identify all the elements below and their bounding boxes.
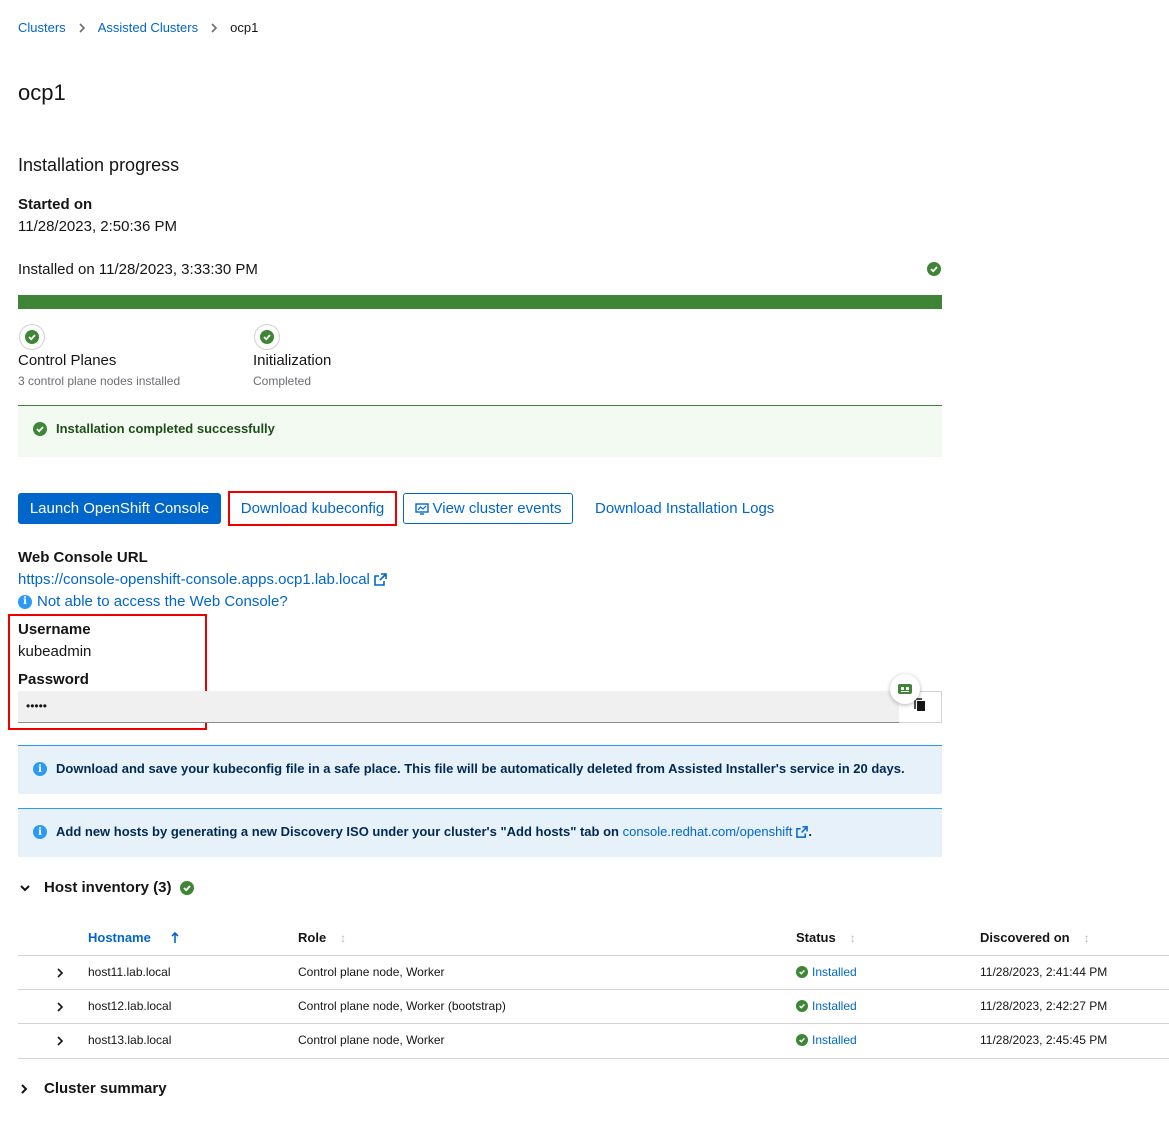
cell-status[interactable]: Installed bbox=[796, 999, 857, 1013]
cell-discovered: 11/28/2023, 2:42:27 PM bbox=[980, 999, 1108, 1013]
started-label: Started on bbox=[18, 196, 93, 213]
breadcrumb-clusters[interactable]: Clusters bbox=[18, 20, 66, 35]
password-field[interactable]: ••••• bbox=[18, 691, 900, 723]
console-redhat-link[interactable]: console.redhat.com/openshift bbox=[623, 824, 793, 839]
download-kubeconfig-button[interactable]: Download kubeconfig bbox=[231, 494, 394, 523]
column-label: Role bbox=[298, 930, 327, 945]
web-console-help-link[interactable]: Not able to access the Web Console? bbox=[37, 593, 288, 610]
chevron-right-icon[interactable] bbox=[56, 1033, 64, 1051]
web-console-url-link[interactable]: https://console-openshift-console.apps.o… bbox=[18, 571, 370, 588]
cell-role: Control plane node, Worker (bootstrap) bbox=[298, 999, 506, 1013]
breadcrumb-assisted-clusters[interactable]: Assisted Clusters bbox=[98, 20, 198, 35]
host-inventory-toggle[interactable]: Host inventory (3) bbox=[20, 879, 194, 896]
add-hosts-text: Add new hosts by generating a new Discov… bbox=[56, 824, 623, 839]
username-value: kubeadmin bbox=[18, 643, 92, 660]
add-hosts-info-alert: i Add new hosts by generating a new Disc… bbox=[18, 808, 942, 857]
table-row: host12.lab.local Control plane node, Wor… bbox=[18, 990, 1169, 1024]
status-label: Installed bbox=[812, 1033, 857, 1047]
download-installation-logs-link[interactable]: Download Installation Logs bbox=[595, 500, 774, 517]
external-link-icon[interactable] bbox=[374, 573, 387, 586]
chevron-right-icon[interactable] bbox=[56, 999, 64, 1017]
info-icon: i bbox=[33, 825, 47, 839]
sort-icon: ↕ bbox=[1083, 930, 1090, 945]
check-circle-icon bbox=[927, 262, 941, 276]
status-label: Installed bbox=[812, 999, 857, 1013]
assistant-widget-icon[interactable] bbox=[890, 674, 920, 704]
kubeconfig-info-alert: i Download and save your kubeconfig file… bbox=[18, 745, 942, 794]
status-label: Installed bbox=[812, 965, 857, 979]
copy-icon bbox=[914, 697, 926, 717]
cell-discovered: 11/28/2023, 2:45:45 PM bbox=[980, 1033, 1108, 1047]
column-discovered-on[interactable]: Discovered on ↕ bbox=[980, 930, 1090, 945]
username-label: Username bbox=[18, 621, 91, 638]
table-row: host11.lab.local Control plane node, Wor… bbox=[18, 956, 1169, 990]
view-cluster-events-label: View cluster events bbox=[432, 500, 562, 517]
column-status[interactable]: Status ↕ bbox=[796, 930, 856, 945]
cell-status[interactable]: Installed bbox=[796, 1033, 857, 1047]
launch-console-button[interactable]: Launch OpenShift Console bbox=[18, 493, 221, 524]
external-link-icon[interactable] bbox=[796, 825, 809, 838]
monitor-icon bbox=[414, 502, 429, 515]
chevron-down-icon bbox=[20, 884, 36, 892]
check-circle-icon bbox=[796, 1034, 808, 1046]
info-icon: i bbox=[33, 762, 47, 776]
chevron-right-icon[interactable] bbox=[56, 965, 64, 983]
step-control-planes bbox=[19, 324, 45, 350]
cell-hostname: host13.lab.local bbox=[88, 1033, 172, 1047]
password-value: ••••• bbox=[26, 699, 48, 713]
success-alert-text: Installation completed successfully bbox=[56, 421, 275, 436]
column-label: Status bbox=[796, 930, 836, 945]
page-title: ocp1 bbox=[18, 80, 66, 105]
cell-status[interactable]: Installed bbox=[796, 965, 857, 979]
success-alert: Installation completed successfully bbox=[18, 405, 942, 457]
step-status bbox=[254, 324, 280, 350]
sort-icon: ↕ bbox=[849, 930, 856, 945]
started-value: 11/28/2023, 2:50:36 PM bbox=[18, 218, 178, 235]
host-inventory-title: Host inventory (3) bbox=[44, 879, 172, 896]
sort-icon: ↕ bbox=[340, 930, 347, 945]
cell-hostname: host12.lab.local bbox=[88, 999, 172, 1013]
step-title: Initialization bbox=[253, 352, 332, 369]
progress-bar bbox=[18, 295, 942, 309]
breadcrumb: Clusters Assisted Clusters ocp1 bbox=[18, 20, 258, 35]
step-subtitle: Completed bbox=[253, 374, 312, 388]
column-role[interactable]: Role ↕ bbox=[298, 930, 346, 945]
check-circle-icon bbox=[179, 880, 194, 895]
password-label: Password bbox=[18, 671, 89, 688]
chevron-right-icon bbox=[78, 22, 86, 33]
add-hosts-suffix: . bbox=[808, 824, 813, 839]
breadcrumb-current: ocp1 bbox=[230, 20, 259, 35]
cell-discovered: 11/28/2023, 2:41:44 PM bbox=[980, 965, 1108, 979]
kubeconfig-info-text: Download and save your kubeconfig file i… bbox=[56, 761, 905, 776]
step-title: Control Planes bbox=[18, 352, 117, 369]
sort-up-icon bbox=[171, 931, 179, 944]
step-status bbox=[19, 324, 45, 350]
check-circle-icon bbox=[796, 966, 808, 978]
check-circle-icon bbox=[796, 1000, 808, 1012]
installed-text: Installed on 11/28/2023, 3:33:30 PM bbox=[18, 261, 258, 278]
column-label: Hostname bbox=[88, 930, 151, 945]
table-row: host13.lab.local Control plane node, Wor… bbox=[18, 1024, 1169, 1059]
check-circle-icon bbox=[260, 330, 274, 344]
add-hosts-info-text: Add new hosts by generating a new Discov… bbox=[56, 824, 812, 839]
cell-role: Control plane node, Worker bbox=[298, 1033, 445, 1047]
web-console-url: https://console-openshift-console.apps.o… bbox=[18, 571, 387, 588]
step-subtitle: 3 control plane nodes installed bbox=[18, 374, 181, 388]
check-circle-icon bbox=[25, 330, 39, 344]
check-circle-icon bbox=[33, 422, 47, 436]
web-console-label: Web Console URL bbox=[18, 549, 148, 566]
chevron-right-icon bbox=[210, 22, 218, 33]
section-title: Installation progress bbox=[18, 155, 180, 175]
cell-role: Control plane node, Worker bbox=[298, 965, 445, 979]
cell-hostname: host11.lab.local bbox=[88, 965, 171, 979]
chevron-right-icon bbox=[20, 1083, 36, 1094]
view-cluster-events-button[interactable]: View cluster events bbox=[403, 493, 573, 524]
column-hostname[interactable]: Hostname bbox=[88, 930, 179, 945]
column-label: Discovered on bbox=[980, 930, 1070, 945]
cluster-summary-title: Cluster summary bbox=[44, 1080, 167, 1097]
cluster-summary-toggle[interactable]: Cluster summary bbox=[20, 1080, 167, 1097]
step-initialization bbox=[254, 324, 280, 350]
info-icon: i bbox=[18, 594, 32, 609]
web-console-help: i Not able to access the Web Console? bbox=[18, 593, 288, 610]
